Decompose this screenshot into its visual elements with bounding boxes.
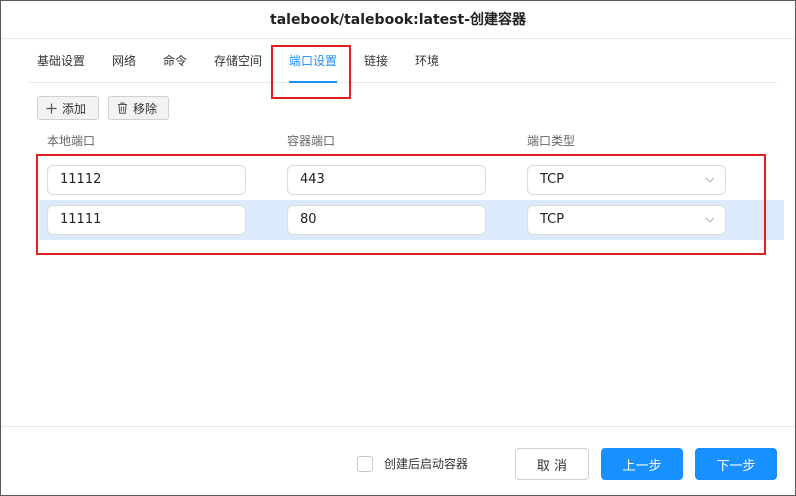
remove-button[interactable]: 移除 [108, 96, 169, 120]
column-header-local-port: 本地端口 [47, 134, 96, 148]
remove-button-label: 移除 [133, 101, 158, 116]
tab-environment[interactable]: 环境 [415, 39, 439, 83]
tab-command[interactable]: 命令 [163, 39, 187, 83]
dialog-title: talebook/talebook:latest-创建容器 [1, 1, 795, 39]
tab-basic-settings[interactable]: 基础设置 [37, 39, 85, 83]
plus-icon [46, 103, 57, 114]
start-after-create-label: 创建后启动容器 [384, 457, 469, 471]
start-after-create-checkbox[interactable] [357, 456, 373, 472]
cancel-button[interactable]: 取 消 [515, 448, 589, 480]
add-button-label: 添加 [62, 101, 87, 116]
trash-icon [117, 102, 128, 114]
port-rows-highlight-box [36, 154, 766, 255]
column-header-port-type: 端口类型 [527, 134, 576, 148]
previous-step-button[interactable]: 上一步 [601, 448, 683, 480]
next-step-button[interactable]: 下一步 [695, 448, 777, 480]
create-container-dialog: talebook/talebook:latest-创建容器 基础设置 网络 命令… [0, 0, 796, 496]
tab-bar: 基础设置 网络 命令 存储空间 端口设置 链接 环境 [29, 39, 777, 83]
column-header-container-port: 容器端口 [287, 134, 336, 148]
tab-links[interactable]: 链接 [364, 39, 388, 83]
tab-highlight-box [271, 45, 351, 99]
add-button[interactable]: 添加 [37, 96, 99, 120]
tab-storage[interactable]: 存储空间 [214, 39, 262, 83]
tab-network[interactable]: 网络 [112, 39, 136, 83]
